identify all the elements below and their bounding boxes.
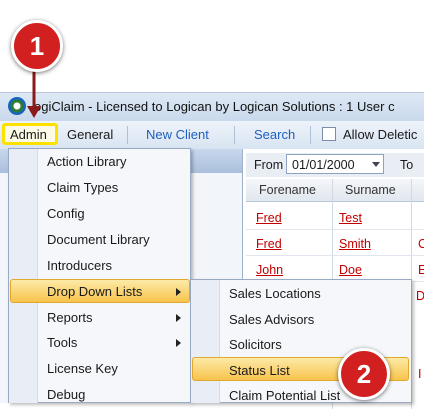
callout-arrow bbox=[27, 68, 41, 118]
step-1-callout: 1 bbox=[11, 20, 63, 72]
step-2-callout: 2 bbox=[338, 348, 390, 400]
